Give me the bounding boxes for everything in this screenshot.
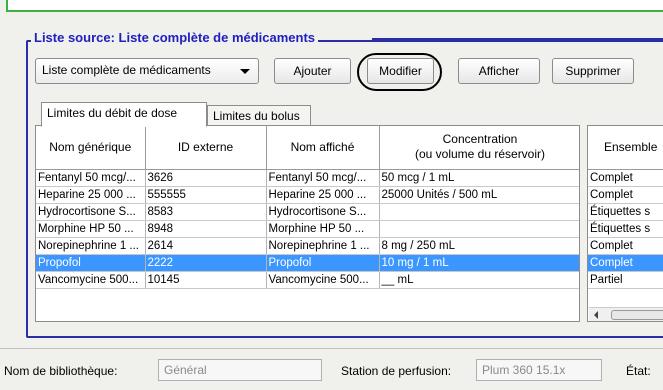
column-header-concentration-line1: Concentration (442, 132, 518, 147)
cell-external-id: 2222 (145, 254, 267, 272)
column-header-set[interactable]: Ensemble (588, 126, 663, 170)
show-button[interactable]: Afficher (458, 58, 540, 84)
state-label: État: (626, 364, 651, 378)
infusion-station-label: Station de perfusion: (341, 364, 452, 378)
cell-concentration: 8 mg / 250 mL (379, 237, 579, 255)
cell-display-name: Propofol (266, 254, 380, 272)
table-row[interactable]: Étiquettes s (588, 220, 663, 238)
cell-generic-name: Vancomycine 500... (36, 271, 146, 289)
source-list-select-value: Liste complète de médicaments (42, 63, 211, 77)
cell-concentration: __ mL (379, 271, 579, 289)
section-title: Liste source: Liste complète de médicame… (31, 30, 319, 45)
cell-set: Complet (588, 254, 663, 272)
cell-generic-name: Propofol (36, 254, 146, 272)
footer-divider (0, 348, 663, 349)
cell-set: Complet (588, 237, 663, 255)
table-row[interactable]: Vancomycine 500... 10145 Vancomycine 500..… (36, 271, 579, 289)
table-row[interactable]: Complet (588, 169, 663, 187)
table-row[interactable]: Fentanyl 50 mcg/... 3626 Fentanyl 50 mcg/.… (36, 169, 579, 187)
cell-display-name: Norepinephrine 1 ... (266, 237, 380, 255)
column-header-display-name[interactable]: Nom affiché (266, 126, 380, 170)
column-header-concentration-line2: (ou volume du réservoir) (414, 147, 546, 162)
tab-bolus-limits[interactable]: Limites du bolus (207, 105, 311, 126)
cell-external-id: 8583 (145, 203, 267, 221)
column-header-external-id[interactable]: ID externe (145, 126, 267, 170)
infusion-station-field: Plum 360 15.1x (476, 359, 602, 381)
table-row[interactable]: Hydrocortisone S... 8583 Hydrocortisone S.… (36, 203, 579, 221)
cell-display-name: Heparine 25 000 ... (266, 186, 380, 204)
cell-concentration (379, 220, 579, 238)
cell-concentration: 10 mg / 1 mL (379, 254, 579, 272)
group-title-rule (372, 38, 663, 40)
cell-external-id: 555555 (145, 186, 267, 204)
top-panel (6, 0, 663, 12)
cell-external-id: 3626 (145, 169, 267, 187)
cell-generic-name: Hydrocortisone S... (36, 203, 146, 221)
cell-set: Étiquettes s (588, 203, 663, 221)
library-name-field: Général (158, 359, 322, 381)
delete-button[interactable]: Supprimer (552, 58, 634, 84)
cell-set: Étiquettes s (588, 220, 663, 238)
medication-table-right-pane: Ensemble Complet Complet Étiquettes s Étiqu… (587, 125, 663, 322)
table-row[interactable]: Complet (588, 237, 663, 255)
cell-display-name: Vancomycine 500... (266, 271, 380, 289)
horizontal-scrollbar[interactable] (589, 307, 663, 321)
cell-display-name: Hydrocortisone S... (266, 203, 380, 221)
cell-generic-name: Morphine HP 50 ... (36, 220, 146, 238)
table-row[interactable]: Norepinephrine 1 ... 2614 Norepinephrine 1… (36, 237, 579, 255)
chevron-down-icon (240, 69, 250, 74)
scroll-thumb[interactable] (611, 310, 663, 320)
cell-generic-name: Fentanyl 50 mcg/... (36, 169, 146, 187)
column-header-concentration[interactable]: Concentration (ou volume du réservoir) (379, 126, 579, 170)
cell-concentration: 50 mcg / 1 mL (379, 169, 579, 187)
cell-concentration: 25000 Unités / 500 mL (379, 186, 579, 204)
table-row[interactable]: Complet (588, 186, 663, 204)
library-name-label: Nom de bibliothèque: (4, 364, 118, 378)
cell-concentration (379, 203, 579, 221)
table-row[interactable]: Morphine HP 50 ... 8948 Morphine HP 50 ... (36, 220, 579, 238)
cell-generic-name: Heparine 25 000 ... (36, 186, 146, 204)
medication-table: Nom générique ID externe Nom affiché Con… (35, 125, 580, 322)
column-header-generic-name[interactable]: Nom générique (36, 126, 146, 170)
cell-set: Complet (588, 169, 663, 187)
table-row[interactable]: Propofol 2222 Propofol 10 mg / 1 mL (36, 254, 579, 272)
cell-display-name: Fentanyl 50 mcg/... (266, 169, 380, 187)
add-button[interactable]: Ajouter (274, 58, 351, 84)
cell-external-id: 8948 (145, 220, 267, 238)
cell-display-name: Morphine HP 50 ... (266, 220, 380, 238)
scroll-left-icon[interactable] (594, 311, 598, 319)
cell-external-id: 2614 (145, 237, 267, 255)
table-row[interactable]: Étiquettes s (588, 203, 663, 221)
cell-set: Complet (588, 186, 663, 204)
cell-external-id: 10145 (145, 271, 267, 289)
table-row[interactable]: Heparine 25 000 ... 555555 Heparine 25 000… (36, 186, 579, 204)
table-row[interactable]: Complet (588, 254, 663, 272)
table-row[interactable]: Partiel (588, 271, 663, 289)
cell-generic-name: Norepinephrine 1 ... (36, 237, 146, 255)
tab-dose-rate-limits[interactable]: Limites du débit de dose (41, 102, 207, 127)
cell-set: Partiel (588, 271, 663, 289)
source-list-select[interactable]: Liste complète de médicaments (35, 58, 259, 84)
modify-button-highlight (357, 53, 442, 91)
